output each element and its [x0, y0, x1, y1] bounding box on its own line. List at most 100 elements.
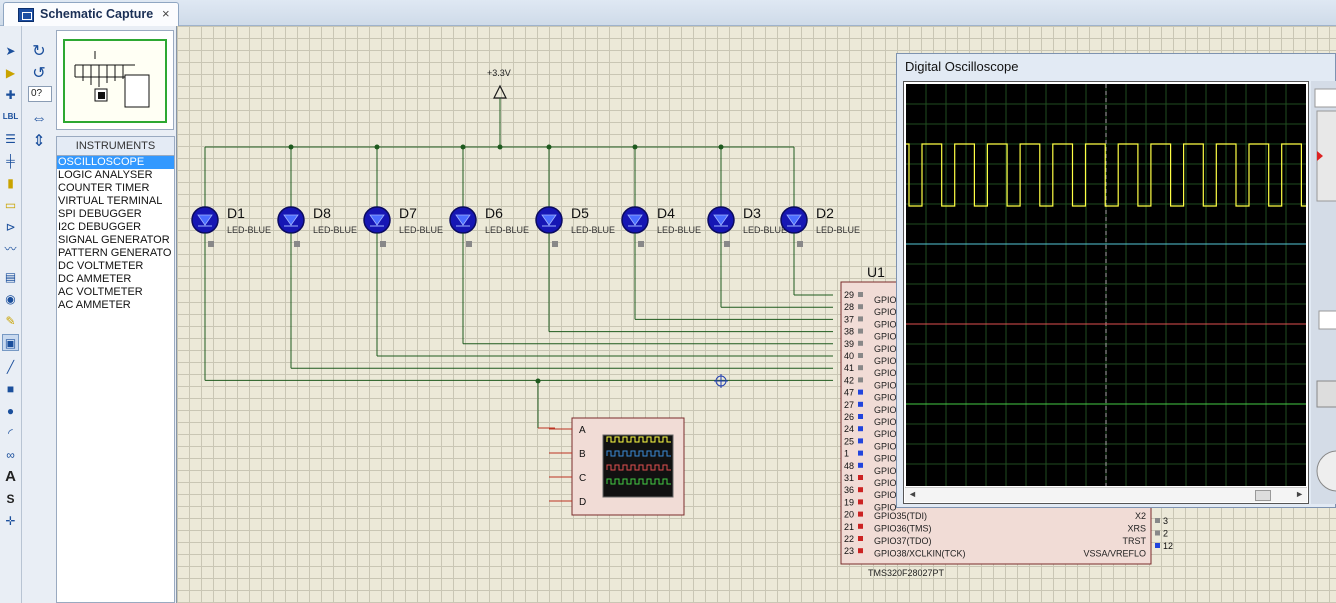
tab-schematic-capture[interactable]: Schematic Capture × [3, 2, 179, 26]
graph-icon[interactable]: 〰 [2, 240, 19, 257]
instrument-item[interactable]: SPI DEBUGGER [57, 208, 174, 221]
overview-preview[interactable] [56, 30, 174, 130]
chip-pin-marker [858, 328, 863, 334]
led-value: LED-BLUE [743, 225, 787, 235]
chip-pin-number: 47 [844, 388, 854, 398]
instruments-list: OSCILLOSCOPE LOGIC ANALYSER COUNTER TIMER V… [56, 156, 175, 603]
chip-pin-marker [858, 426, 863, 432]
led-ref: D5 [571, 205, 589, 221]
instrument-item[interactable]: DC AMMETER [57, 273, 174, 286]
mirror-vertical-icon[interactable]: ⇕ [29, 132, 49, 150]
instrument-item[interactable]: DC VOLTMETER [57, 260, 174, 273]
schematic-icon [18, 8, 34, 22]
close-icon[interactable]: × [162, 6, 170, 21]
chip-pin-label: GPIO [874, 295, 897, 305]
chip-pin-label: GPIO [874, 332, 897, 342]
rotate-anticlockwise-icon[interactable]: ↺ [29, 64, 49, 82]
rotate-clockwise-icon[interactable]: ↻ [29, 42, 49, 60]
instrument-item[interactable]: LOGIC ANALYSER [57, 169, 174, 182]
tape-recorder-icon[interactable]: ▤ [2, 268, 19, 285]
led-ref: D4 [657, 205, 675, 221]
subcircuit-icon[interactable]: ▮ [2, 174, 19, 191]
symbol-icon[interactable]: S [2, 490, 19, 507]
mirror-horizontal-icon[interactable]: ⇔ [29, 110, 49, 128]
chip-pin-marker [858, 475, 863, 480]
chip-pin-number: 28 [844, 302, 854, 312]
chip-pin-number: 24 [844, 424, 854, 434]
scroll-thumb[interactable] [1255, 490, 1271, 501]
text-icon[interactable]: A [2, 468, 19, 485]
chip-pin-marker [858, 414, 863, 419]
instrument-item[interactable]: OSCILLOSCOPE [57, 156, 174, 169]
probe-icon[interactable]: ✎ [2, 312, 19, 329]
chip-pin-number: 39 [844, 339, 854, 349]
led-pin-marker [797, 241, 803, 247]
generator-icon[interactable]: ◉ [2, 290, 19, 307]
digital-oscilloscope-window[interactable]: Digital Oscilloscope ◄ ► [896, 53, 1336, 508]
chip-pin-marker [1155, 543, 1160, 548]
chip-pin-label: GPIO38/XCLKIN(TCK) [874, 549, 966, 559]
scope-input-label: A [579, 425, 586, 436]
instrument-item[interactable]: AC VOLTMETER [57, 286, 174, 299]
led-ref: D7 [399, 205, 417, 221]
led-value: LED-BLUE [227, 225, 271, 235]
power-label: +3.3V [487, 68, 511, 78]
text-script-icon[interactable]: ☰ [2, 130, 19, 147]
chip-pin-label: GPIO [874, 356, 897, 366]
chip-pin-label: GPIO [874, 368, 897, 378]
chip-pin-marker [858, 536, 863, 541]
oscilloscope-scrollbar[interactable]: ◄ ► [905, 487, 1307, 502]
chip-pin-label: GPIO [874, 307, 897, 317]
junction-icon[interactable]: ✚ [2, 86, 19, 103]
chip-pin-marker [858, 389, 863, 395]
scroll-left-icon[interactable]: ◄ [908, 489, 917, 499]
led-value: LED-BLUE [399, 225, 443, 235]
led-pin-marker [724, 241, 730, 247]
terminal-icon[interactable]: ▭ [2, 196, 19, 213]
pin-icon[interactable]: ⊳ [2, 218, 19, 235]
chip-pin-label: GPIO [874, 393, 897, 403]
chip-pin-marker [858, 365, 863, 371]
line-icon[interactable]: ╱ [2, 358, 19, 375]
chip-pin-label: GPIO [874, 466, 897, 476]
chip-pin-label: GPIO [874, 454, 897, 464]
bus-icon[interactable]: ╪ [2, 152, 19, 169]
led-ref: D3 [743, 205, 761, 221]
circle-icon[interactable]: ● [2, 402, 19, 419]
chip-pin-marker [858, 548, 863, 554]
led-pin-marker [466, 241, 472, 247]
rotation-field[interactable]: 0? [28, 86, 52, 102]
instrument-item[interactable]: COUNTER TIMER [57, 182, 174, 195]
chip-pin-marker [858, 401, 863, 407]
instruments-header: INSTRUMENTS [56, 136, 175, 156]
wire-label-icon[interactable]: LBL [2, 108, 19, 125]
arc-icon[interactable]: ◜ [2, 424, 19, 441]
instrument-item[interactable]: VIRTUAL TERMINAL [57, 195, 174, 208]
instrument-item[interactable]: I2C DEBUGGER [57, 221, 174, 234]
select-arrow-icon[interactable]: ➤ [2, 42, 19, 59]
led-value: LED-BLUE [485, 225, 529, 235]
chip-pin-label: XRS [1127, 524, 1146, 534]
chip-pin-marker [858, 316, 863, 322]
box-icon[interactable]: ■ [2, 380, 19, 397]
led-ref: D8 [313, 205, 331, 221]
instrument-item[interactable]: AC AMMETER [57, 299, 174, 312]
instrument-icon[interactable]: ▣ [2, 334, 19, 351]
app-window: Schematic Capture × ➤ ▶ ✚ LBL ☰ ╪ ▮ ▭ ⊳ … [0, 0, 1336, 603]
path-icon[interactable]: ∞ [2, 446, 19, 463]
chip-pin-number: 20 [844, 510, 854, 520]
scroll-right-icon[interactable]: ► [1295, 489, 1304, 499]
component-icon[interactable]: ▶ [2, 64, 19, 81]
oscilloscope-controls-panel[interactable] [1311, 81, 1336, 504]
led-pin-marker [638, 241, 644, 247]
oscilloscope-controls-strip [1314, 88, 1336, 492]
chip-pin-label: GPIO [874, 405, 897, 415]
marker-icon[interactable]: ✛ [2, 512, 19, 529]
led-ref: D2 [816, 205, 834, 221]
chip-pin-number: 22 [844, 534, 854, 544]
chip-pin-marker [858, 292, 863, 297]
chip-pin-number: 12 [1163, 541, 1173, 551]
instrument-item[interactable]: SIGNAL GENERATOR [57, 234, 174, 247]
instrument-item[interactable]: PATTERN GENERATO [57, 247, 174, 260]
tab-title: Schematic Capture [40, 7, 154, 21]
